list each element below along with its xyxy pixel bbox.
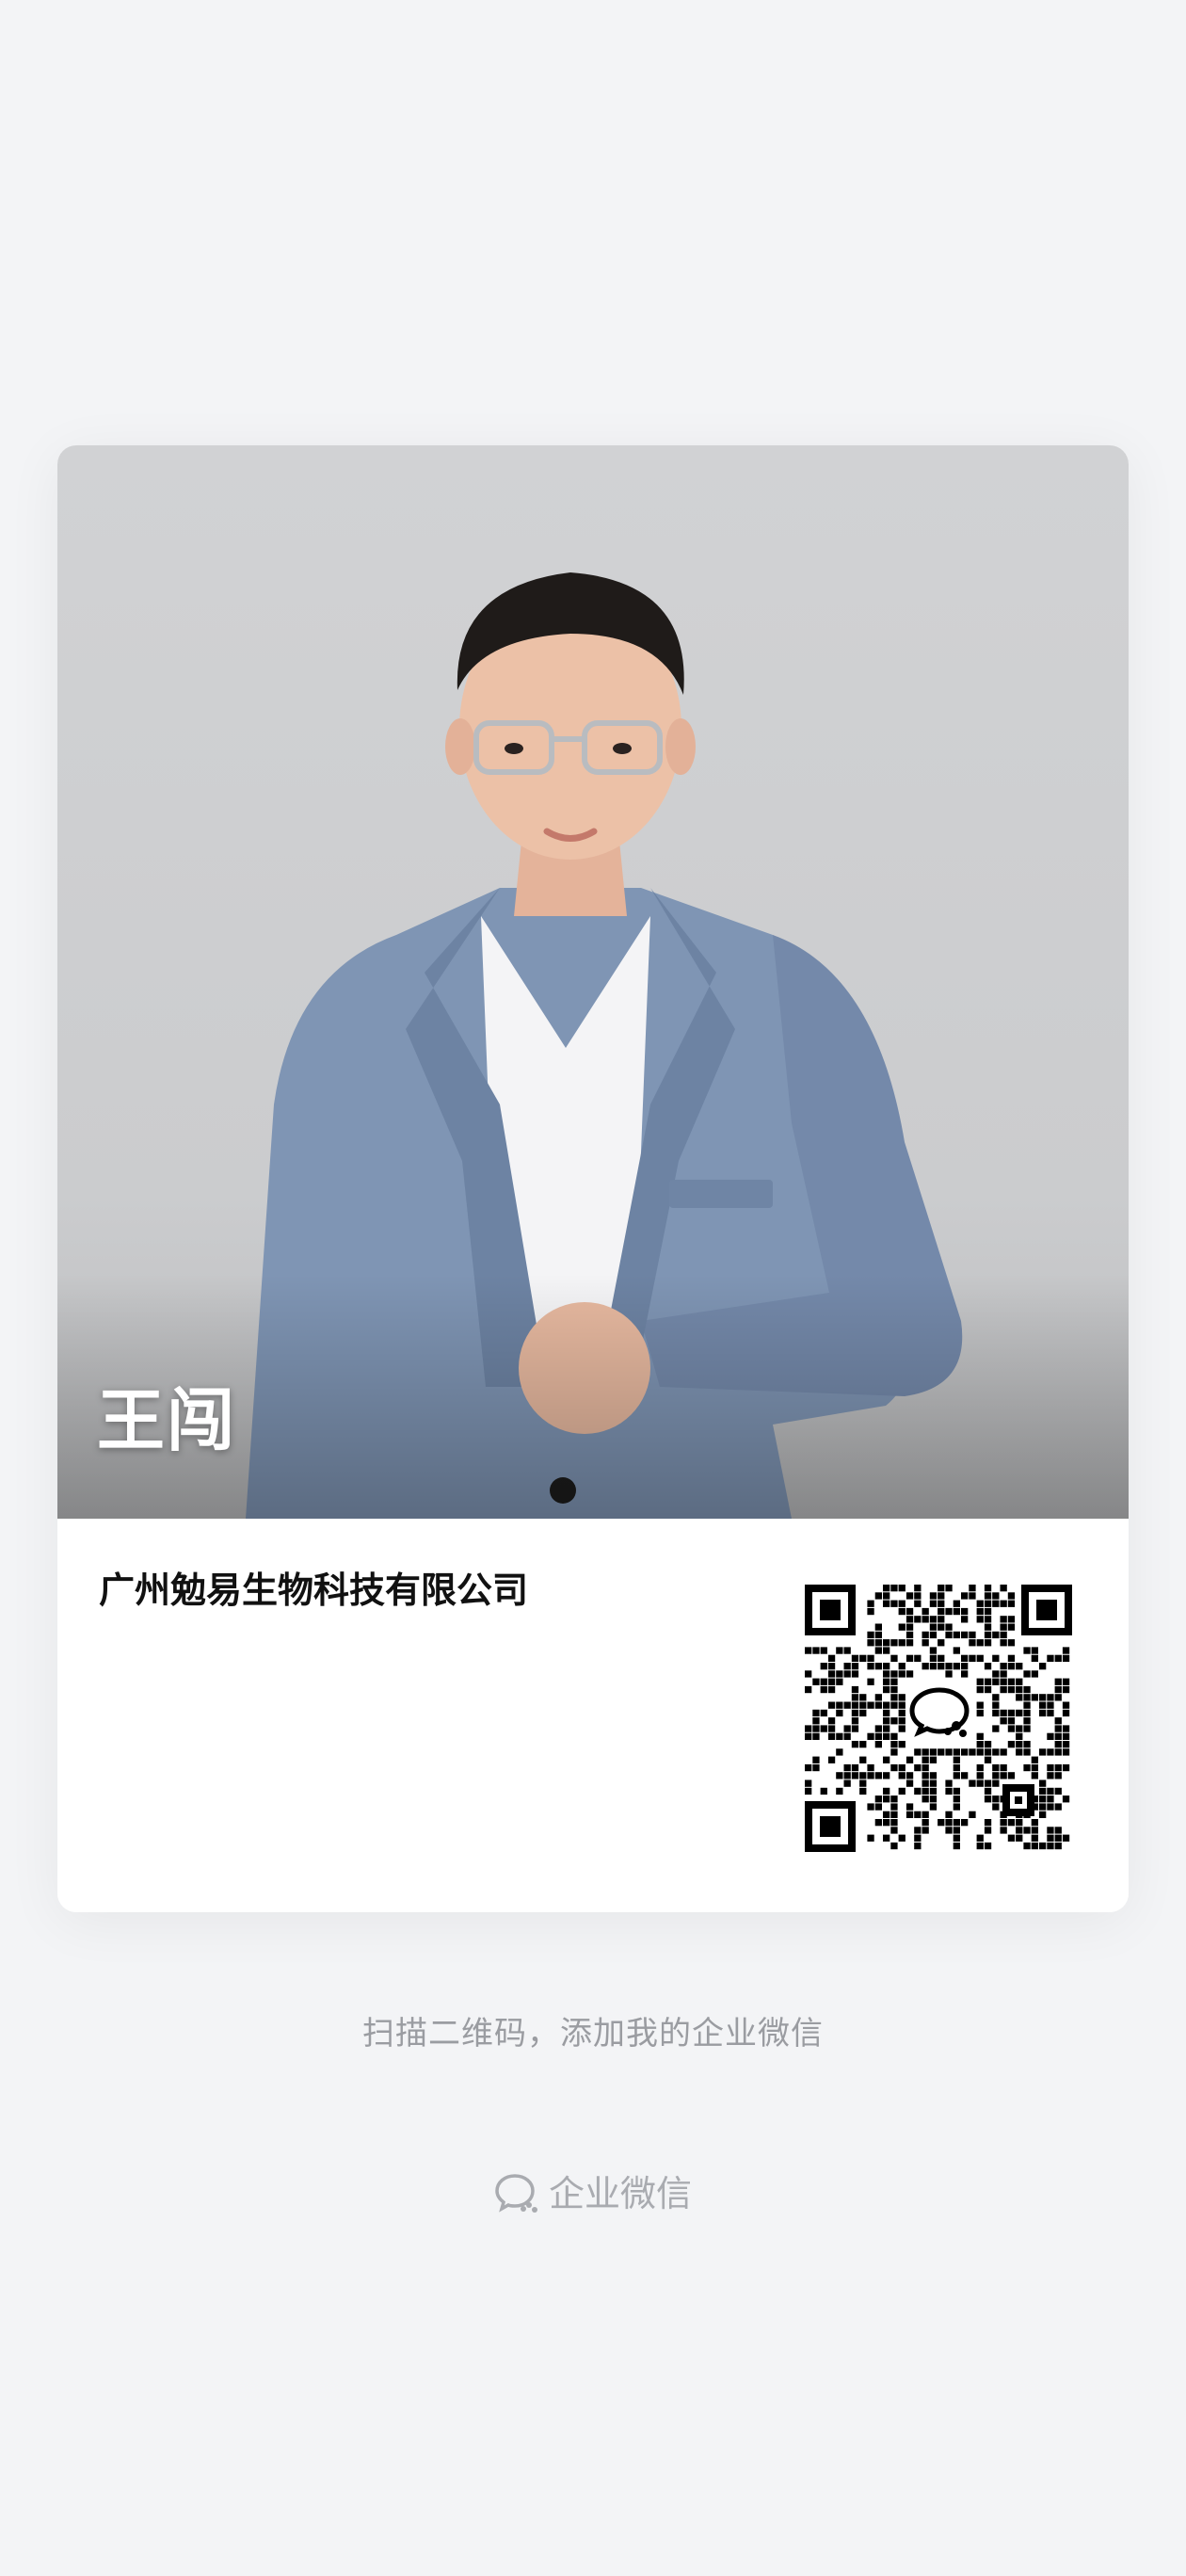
profile-photo: 王闯: [57, 445, 1129, 1519]
scan-hint: 扫描二维码，添加我的企业微信: [362, 2015, 824, 2053]
qr-code[interactable]: [805, 1585, 1072, 1852]
contact-card: 王闯 广州勉易生物科技有限公司: [57, 445, 1129, 1912]
wecom-chat-icon: [495, 2174, 537, 2213]
contact-name: 王闯: [97, 1381, 237, 1460]
brand-footer: 企业微信: [0, 2167, 1186, 2220]
company-name: 广州勉易生物科技有限公司: [99, 1570, 529, 1611]
brand-label: 企业微信: [548, 2173, 692, 2214]
card-info: 广州勉易生物科技有限公司: [57, 1519, 1129, 1912]
